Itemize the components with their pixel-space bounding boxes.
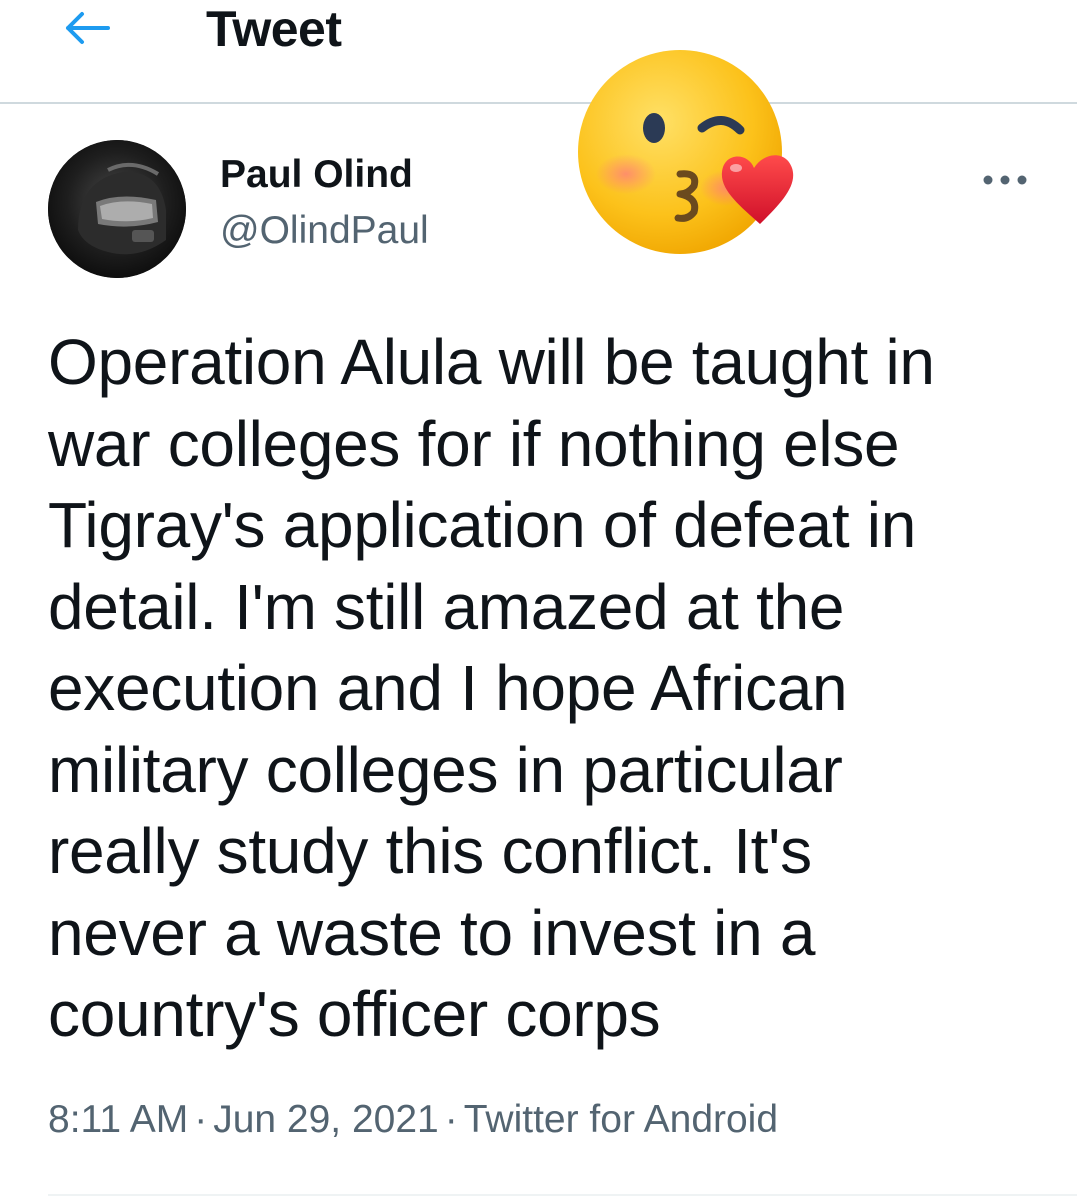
face-blowing-a-kiss-emoji: [576, 48, 796, 268]
top-bar: Tweet: [0, 0, 1077, 104]
more-options-button[interactable]: [970, 160, 1040, 200]
meta-separator: ·: [444, 1098, 458, 1141]
more-horizontal-icon: [983, 175, 1027, 185]
tweet-source[interactable]: Twitter for Android: [464, 1098, 778, 1141]
tweet-text: Operation Alula will be taught in war co…: [48, 326, 935, 1050]
avatar[interactable]: [48, 140, 186, 278]
arrow-left-icon: [66, 12, 110, 44]
author-name[interactable]: Paul Olind: [220, 152, 413, 198]
header-divider: [0, 102, 1077, 104]
back-button[interactable]: [58, 6, 114, 50]
page-title: Tweet: [206, 1, 342, 57]
meta-separator: ·: [194, 1098, 208, 1141]
tweet-time[interactable]: 8:11 AM: [48, 1098, 188, 1141]
tweet-meta: 8:11 AM · Jun 29, 2021 · Twitter for Android: [48, 1096, 778, 1144]
tweet-date[interactable]: Jun 29, 2021: [213, 1098, 439, 1141]
author-handle[interactable]: @OlindPaul: [220, 208, 429, 254]
bottom-divider: [48, 1194, 1077, 1196]
avatar-image: [48, 140, 186, 278]
